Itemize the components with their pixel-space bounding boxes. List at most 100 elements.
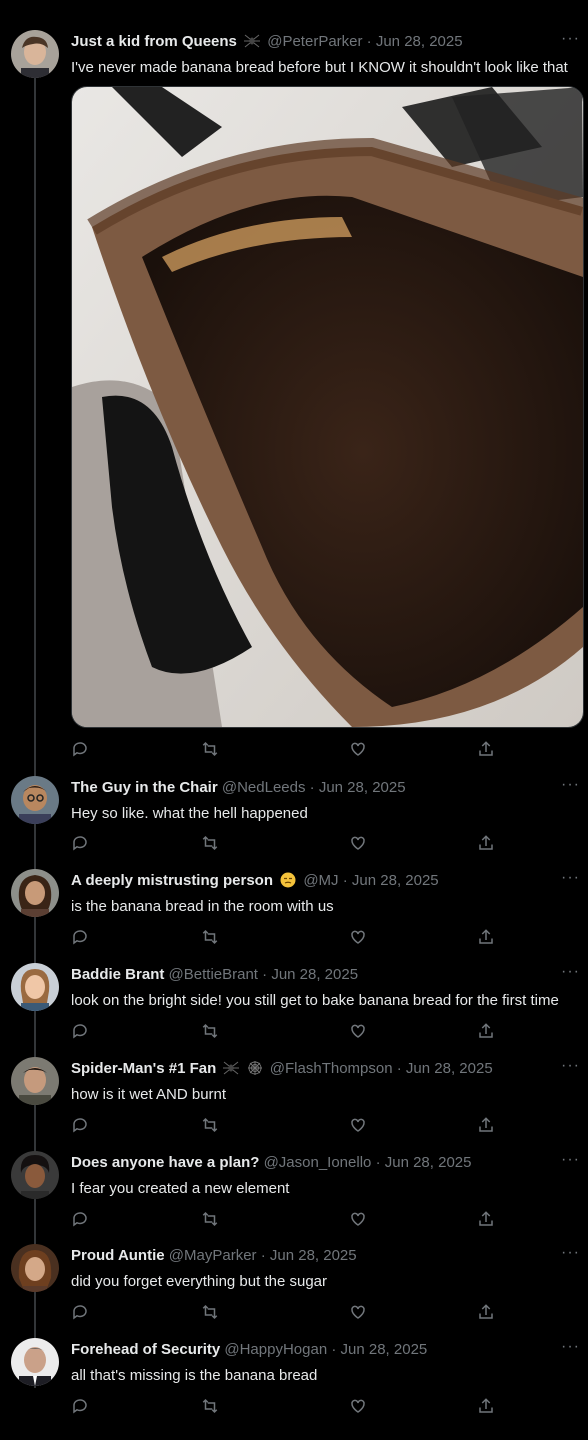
tweet-text: all that's missing is the banana bread	[71, 1367, 318, 1384]
retweet-icon[interactable]	[201, 740, 221, 760]
separator: ·	[331, 1341, 337, 1358]
date[interactable]: Jun 28, 2025	[270, 1247, 357, 1264]
separator: ·	[396, 1060, 402, 1077]
more-options-button[interactable]: ···	[561, 30, 580, 48]
tweet-actions	[71, 1303, 511, 1323]
tweet-2[interactable]: A deeply mistrusting person @MJ · Jun 28…	[0, 869, 588, 955]
tweet-1[interactable]: The Guy in the Chair @NedLeeds · Jun 28,…	[0, 776, 588, 862]
like-icon[interactable]	[349, 1397, 369, 1417]
tweet-header: Does anyone have a plan? @Jason_Ionello …	[71, 1153, 548, 1173]
like-icon[interactable]	[349, 1022, 369, 1042]
tweet-text: look on the bright side! you still get t…	[71, 992, 559, 1009]
avatar-peter[interactable]	[11, 30, 59, 78]
share-icon[interactable]	[477, 834, 497, 854]
handle[interactable]: @PeterParker	[267, 33, 362, 50]
avatar-happy[interactable]	[11, 1338, 59, 1386]
like-icon[interactable]	[349, 834, 369, 854]
tweet-text: I fear you created a new element	[71, 1180, 290, 1197]
retweet-icon[interactable]	[201, 928, 221, 948]
like-icon[interactable]	[349, 928, 369, 948]
tweet-4[interactable]: Spider-Man's #1 Fan @FlashThompson · Jun…	[0, 1057, 588, 1143]
more-options-button[interactable]: ···	[561, 963, 580, 981]
date[interactable]: Jun 28, 2025	[341, 1341, 428, 1358]
tweet-0[interactable]: Just a kid from Queens @PeterParker · Ju…	[0, 30, 588, 770]
retweet-icon[interactable]	[201, 834, 221, 854]
more-options-button[interactable]: ···	[561, 1338, 580, 1356]
handle[interactable]: @NedLeeds	[222, 779, 306, 796]
like-icon[interactable]	[349, 1303, 369, 1323]
reply-icon[interactable]	[71, 1116, 91, 1136]
tweet-actions	[71, 1022, 511, 1042]
tweet-text: I've never made banana bread before but …	[71, 59, 568, 76]
burnt-banana-bread-photo[interactable]	[71, 86, 584, 728]
retweet-icon[interactable]	[201, 1116, 221, 1136]
avatar-jason[interactable]	[11, 1151, 59, 1199]
display-name[interactable]: Proud Auntie	[71, 1247, 165, 1264]
tweet-header: Spider-Man's #1 Fan @FlashThompson · Jun…	[71, 1059, 548, 1079]
tweet-header: A deeply mistrusting person @MJ · Jun 28…	[71, 871, 548, 891]
reply-icon[interactable]	[71, 1303, 91, 1323]
display-name[interactable]: A deeply mistrusting person	[71, 872, 273, 889]
date[interactable]: Jun 28, 2025	[406, 1060, 493, 1077]
handle[interactable]: @FlashThompson	[270, 1060, 393, 1077]
date[interactable]: Jun 28, 2025	[352, 872, 439, 889]
reply-icon[interactable]	[71, 1022, 91, 1042]
share-icon[interactable]	[477, 1303, 497, 1323]
reply-icon[interactable]	[71, 740, 91, 760]
like-icon[interactable]	[349, 1210, 369, 1230]
display-name[interactable]: Does anyone have a plan?	[71, 1154, 259, 1171]
display-name[interactable]: Spider-Man's #1 Fan	[71, 1060, 216, 1077]
share-icon[interactable]	[477, 1116, 497, 1136]
avatar-flash[interactable]	[11, 1057, 59, 1105]
tweet-actions	[71, 1397, 511, 1417]
reply-icon[interactable]	[71, 1210, 91, 1230]
date[interactable]: Jun 28, 2025	[271, 966, 358, 983]
handle[interactable]: @Jason_Ionello	[264, 1154, 372, 1171]
tweet-text: Hey so like. what the hell happened	[71, 805, 308, 822]
tweet-3[interactable]: Baddie Brant @BettieBrant · Jun 28, 2025…	[0, 963, 588, 1049]
spider-icon	[244, 33, 261, 49]
date[interactable]: Jun 28, 2025	[319, 779, 406, 796]
avatar-bettie[interactable]	[11, 963, 59, 1011]
separator: ·	[342, 872, 348, 889]
share-icon[interactable]	[477, 1210, 497, 1230]
date[interactable]: Jun 28, 2025	[385, 1154, 472, 1171]
reply-icon[interactable]	[71, 834, 91, 854]
share-icon[interactable]	[477, 1397, 497, 1417]
tweet-6[interactable]: Proud Auntie @MayParker · Jun 28, 2025 ·…	[0, 1244, 588, 1330]
display-name[interactable]: Baddie Brant	[71, 966, 164, 983]
tweet-actions	[71, 928, 511, 948]
retweet-icon[interactable]	[201, 1022, 221, 1042]
display-name[interactable]: Forehead of Security	[71, 1341, 220, 1358]
tweet-7[interactable]: Forehead of Security @HappyHogan · Jun 2…	[0, 1338, 588, 1424]
handle[interactable]: @HappyHogan	[224, 1341, 327, 1358]
avatar-ned[interactable]	[11, 776, 59, 824]
share-icon[interactable]	[477, 740, 497, 760]
avatar-may[interactable]	[11, 1244, 59, 1292]
retweet-icon[interactable]	[201, 1210, 221, 1230]
tweet-actions	[71, 1210, 511, 1230]
more-options-button[interactable]: ···	[561, 1057, 580, 1075]
tweet-header: Proud Auntie @MayParker · Jun 28, 2025	[71, 1246, 548, 1266]
more-options-button[interactable]: ···	[561, 1151, 580, 1169]
like-icon[interactable]	[349, 1116, 369, 1136]
retweet-icon[interactable]	[201, 1303, 221, 1323]
retweet-icon[interactable]	[201, 1397, 221, 1417]
avatar-mj[interactable]	[11, 869, 59, 917]
handle[interactable]: @MayParker	[169, 1247, 257, 1264]
more-options-button[interactable]: ···	[561, 1244, 580, 1262]
more-options-button[interactable]: ···	[561, 869, 580, 887]
share-icon[interactable]	[477, 928, 497, 948]
handle[interactable]: @MJ	[303, 872, 338, 889]
share-icon[interactable]	[477, 1022, 497, 1042]
separator: ·	[309, 779, 315, 796]
like-icon[interactable]	[349, 740, 369, 760]
display-name[interactable]: The Guy in the Chair	[71, 779, 218, 796]
display-name[interactable]: Just a kid from Queens	[71, 33, 237, 50]
tweet-5[interactable]: Does anyone have a plan? @Jason_Ionello …	[0, 1151, 588, 1237]
handle[interactable]: @BettieBrant	[169, 966, 258, 983]
reply-icon[interactable]	[71, 928, 91, 948]
reply-icon[interactable]	[71, 1397, 91, 1417]
date[interactable]: Jun 28, 2025	[376, 33, 463, 50]
more-options-button[interactable]: ···	[561, 776, 580, 794]
